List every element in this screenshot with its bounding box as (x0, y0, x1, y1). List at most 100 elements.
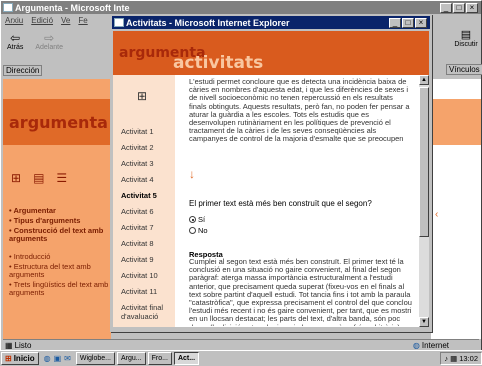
popup-minimize-button[interactable]: _ (389, 18, 401, 28)
back-arrow-icon: ⇦ (10, 30, 21, 45)
menu-arxiu[interactable]: Arxiu (5, 16, 23, 25)
start-button[interactable]: ⊞ Inicio (1, 352, 39, 365)
popup-titlebar[interactable]: Activitats - Microsoft Internet Explorer (112, 16, 430, 29)
side-link-3[interactable]: • Introducció (9, 253, 109, 261)
popup-nav-item[interactable]: Activitat 10 (121, 271, 175, 280)
back-toolbar: ⇦ Atrás ⇨ Adelante (3, 27, 113, 55)
maximize-button[interactable]: □ (453, 3, 465, 13)
popup-nav-item[interactable]: Activitat 7 (121, 223, 175, 232)
menu-fe[interactable]: Fe (78, 16, 87, 25)
popup-scrollbar[interactable]: ▲ ▼ (418, 75, 429, 327)
back-nav-button[interactable]: ⇦ Atrás (7, 32, 23, 51)
discuss-label: Discutir (454, 41, 478, 48)
task-button[interactable]: Fro... (147, 352, 172, 365)
popup-nav-item[interactable]: Activitat 3 (121, 159, 175, 168)
side-link-2[interactable]: • Construcció del text amb arguments (9, 227, 109, 243)
scroll-down-button[interactable]: ▼ (419, 317, 429, 327)
popup-maximize-button[interactable]: □ (402, 18, 414, 28)
back-right-band (431, 99, 481, 145)
desktop-quicklaunch-icon[interactable]: ▣ (54, 354, 62, 363)
back-label: Atrás (7, 43, 24, 51)
popup-nav-item[interactable]: Activitat 6 (121, 207, 175, 216)
windows-logo-icon: ⊞ (5, 354, 12, 363)
ie-quicklaunch-icon[interactable]: ◍ (44, 354, 51, 363)
scroll-up-button[interactable]: ▲ (419, 75, 429, 85)
option-no[interactable]: No (189, 226, 208, 235)
start-label: Inicio (13, 354, 35, 363)
popup-nav-item[interactable]: Activitat 8 (121, 239, 175, 248)
status-page-icon: ▦ (5, 340, 13, 350)
popup-nav-item[interactable]: Activitat 2 (121, 143, 175, 152)
menu-edicio[interactable]: Edició (31, 16, 53, 25)
back-logo: argumenta (9, 112, 108, 132)
back-page-content: argumenta ⊞ ▤ ☰ • Argumentar • Tipus d'a… (3, 79, 111, 339)
forward-nav-button[interactable]: ⇨ Adelante (35, 32, 63, 51)
popup-header: argumenta activitats (113, 31, 429, 75)
side-link-4[interactable]: • Estructura del text amb arguments (9, 263, 109, 279)
address-label: Dirección (3, 64, 43, 76)
list-icon[interactable]: ☰ (56, 171, 67, 185)
task-button[interactable]: Wiglobe... (75, 352, 115, 365)
option-si[interactable]: Sí (189, 215, 208, 224)
question-text: El primer text està més ben construït qu… (189, 199, 372, 208)
radio-si[interactable] (189, 216, 196, 223)
clock: 13:02 (459, 354, 478, 363)
popup-controls: _ □ × (389, 18, 427, 28)
back-nav-icons: ⊞ ▤ ☰ (11, 171, 67, 185)
popup-nav-item[interactable]: Activitat 5 (121, 191, 175, 200)
book-icon[interactable]: ▤ (33, 171, 44, 185)
popup-nav-item[interactable]: Activitat 11 (121, 287, 175, 296)
radio-no[interactable] (189, 227, 196, 234)
system-tray: ♪ ▦ 13:02 (440, 352, 482, 365)
back-right-arrow-icon: ‹ (435, 209, 439, 220)
links-bar: Vínculos (446, 64, 482, 76)
popup-title: Activitats - Microsoft Internet Explorer (126, 17, 290, 28)
radio-si-dot (191, 218, 194, 221)
side-link-0[interactable]: • Argumentar (9, 207, 109, 215)
side-link-5[interactable]: • Trets lingüístics del text amb argumen… (9, 281, 109, 297)
popup-ie-icon (114, 18, 124, 27)
option-si-label: Sí (198, 215, 206, 224)
task-list: Wiglobe... Argu... Fro... Act... (75, 352, 200, 365)
close-button[interactable]: × (466, 3, 478, 13)
grid-icon[interactable]: ⊞ (11, 171, 21, 185)
links-label[interactable]: Vínculos (446, 64, 482, 75)
address-bar: Dirección (3, 64, 113, 76)
popup-window: Activitats - Microsoft Internet Explorer… (110, 14, 432, 332)
discuss-button[interactable]: ▤ Discutir (451, 29, 481, 48)
popup-logo-activitats: activitats (173, 53, 264, 73)
popup-nav-item[interactable]: Activitat 1 (121, 127, 175, 136)
answer-text: Cumplei al segon text està més ben const… (189, 258, 412, 326)
popup-nav-list: Activitat 1 Activitat 2 Activitat 3 Activit… (121, 127, 175, 328)
answer-options: Sí No (189, 215, 208, 235)
back-window-titlebar[interactable]: Argumenta - Microsoft Inte (1, 1, 481, 14)
side-link-1[interactable]: • Tipus d'arguments (9, 217, 109, 225)
status-left: Listo (14, 340, 32, 350)
popup-nav-item[interactable]: Activitat final d'avaluació (121, 303, 175, 321)
mail-quicklaunch-icon[interactable]: ✉ (64, 354, 71, 363)
ie-icon (3, 3, 13, 12)
forward-arrow-icon: ⇨ (44, 30, 55, 45)
task-button[interactable]: Argu... (116, 352, 146, 365)
popup-nav-item[interactable]: Activitat 4 (121, 175, 175, 184)
quick-launch: ◍ ▣ ✉ (41, 354, 74, 363)
back-window-controls: _ □ × (440, 3, 478, 13)
status-globe-icon: ◍ (412, 340, 420, 350)
volume-icon[interactable]: ♪ (444, 354, 448, 363)
popup-close-button[interactable]: × (415, 18, 427, 28)
back-right-strip: ‹ (431, 79, 481, 339)
back-statusbar: ▦ Listo ◍ Internet (3, 339, 479, 350)
back-side-links: • Argumentar • Tipus d'arguments • Const… (9, 207, 109, 297)
down-arrow-icon: ↓ (189, 167, 195, 181)
back-window-title: Argumenta - Microsoft Inte (15, 2, 130, 13)
popup-grid-icon[interactable]: ⊞ (137, 89, 147, 103)
minimize-button[interactable]: _ (440, 3, 452, 13)
network-icon[interactable]: ▦ (450, 354, 457, 363)
menu-veure[interactable]: Ve (61, 16, 70, 25)
back-logo-band: argumenta (3, 99, 111, 145)
forward-label: Adelante (35, 43, 63, 51)
popup-nav-item[interactable]: Activitat 9 (121, 255, 175, 264)
task-button[interactable]: Act... (173, 352, 200, 365)
scroll-thumb[interactable] (419, 87, 429, 237)
option-no-label: No (198, 226, 208, 235)
